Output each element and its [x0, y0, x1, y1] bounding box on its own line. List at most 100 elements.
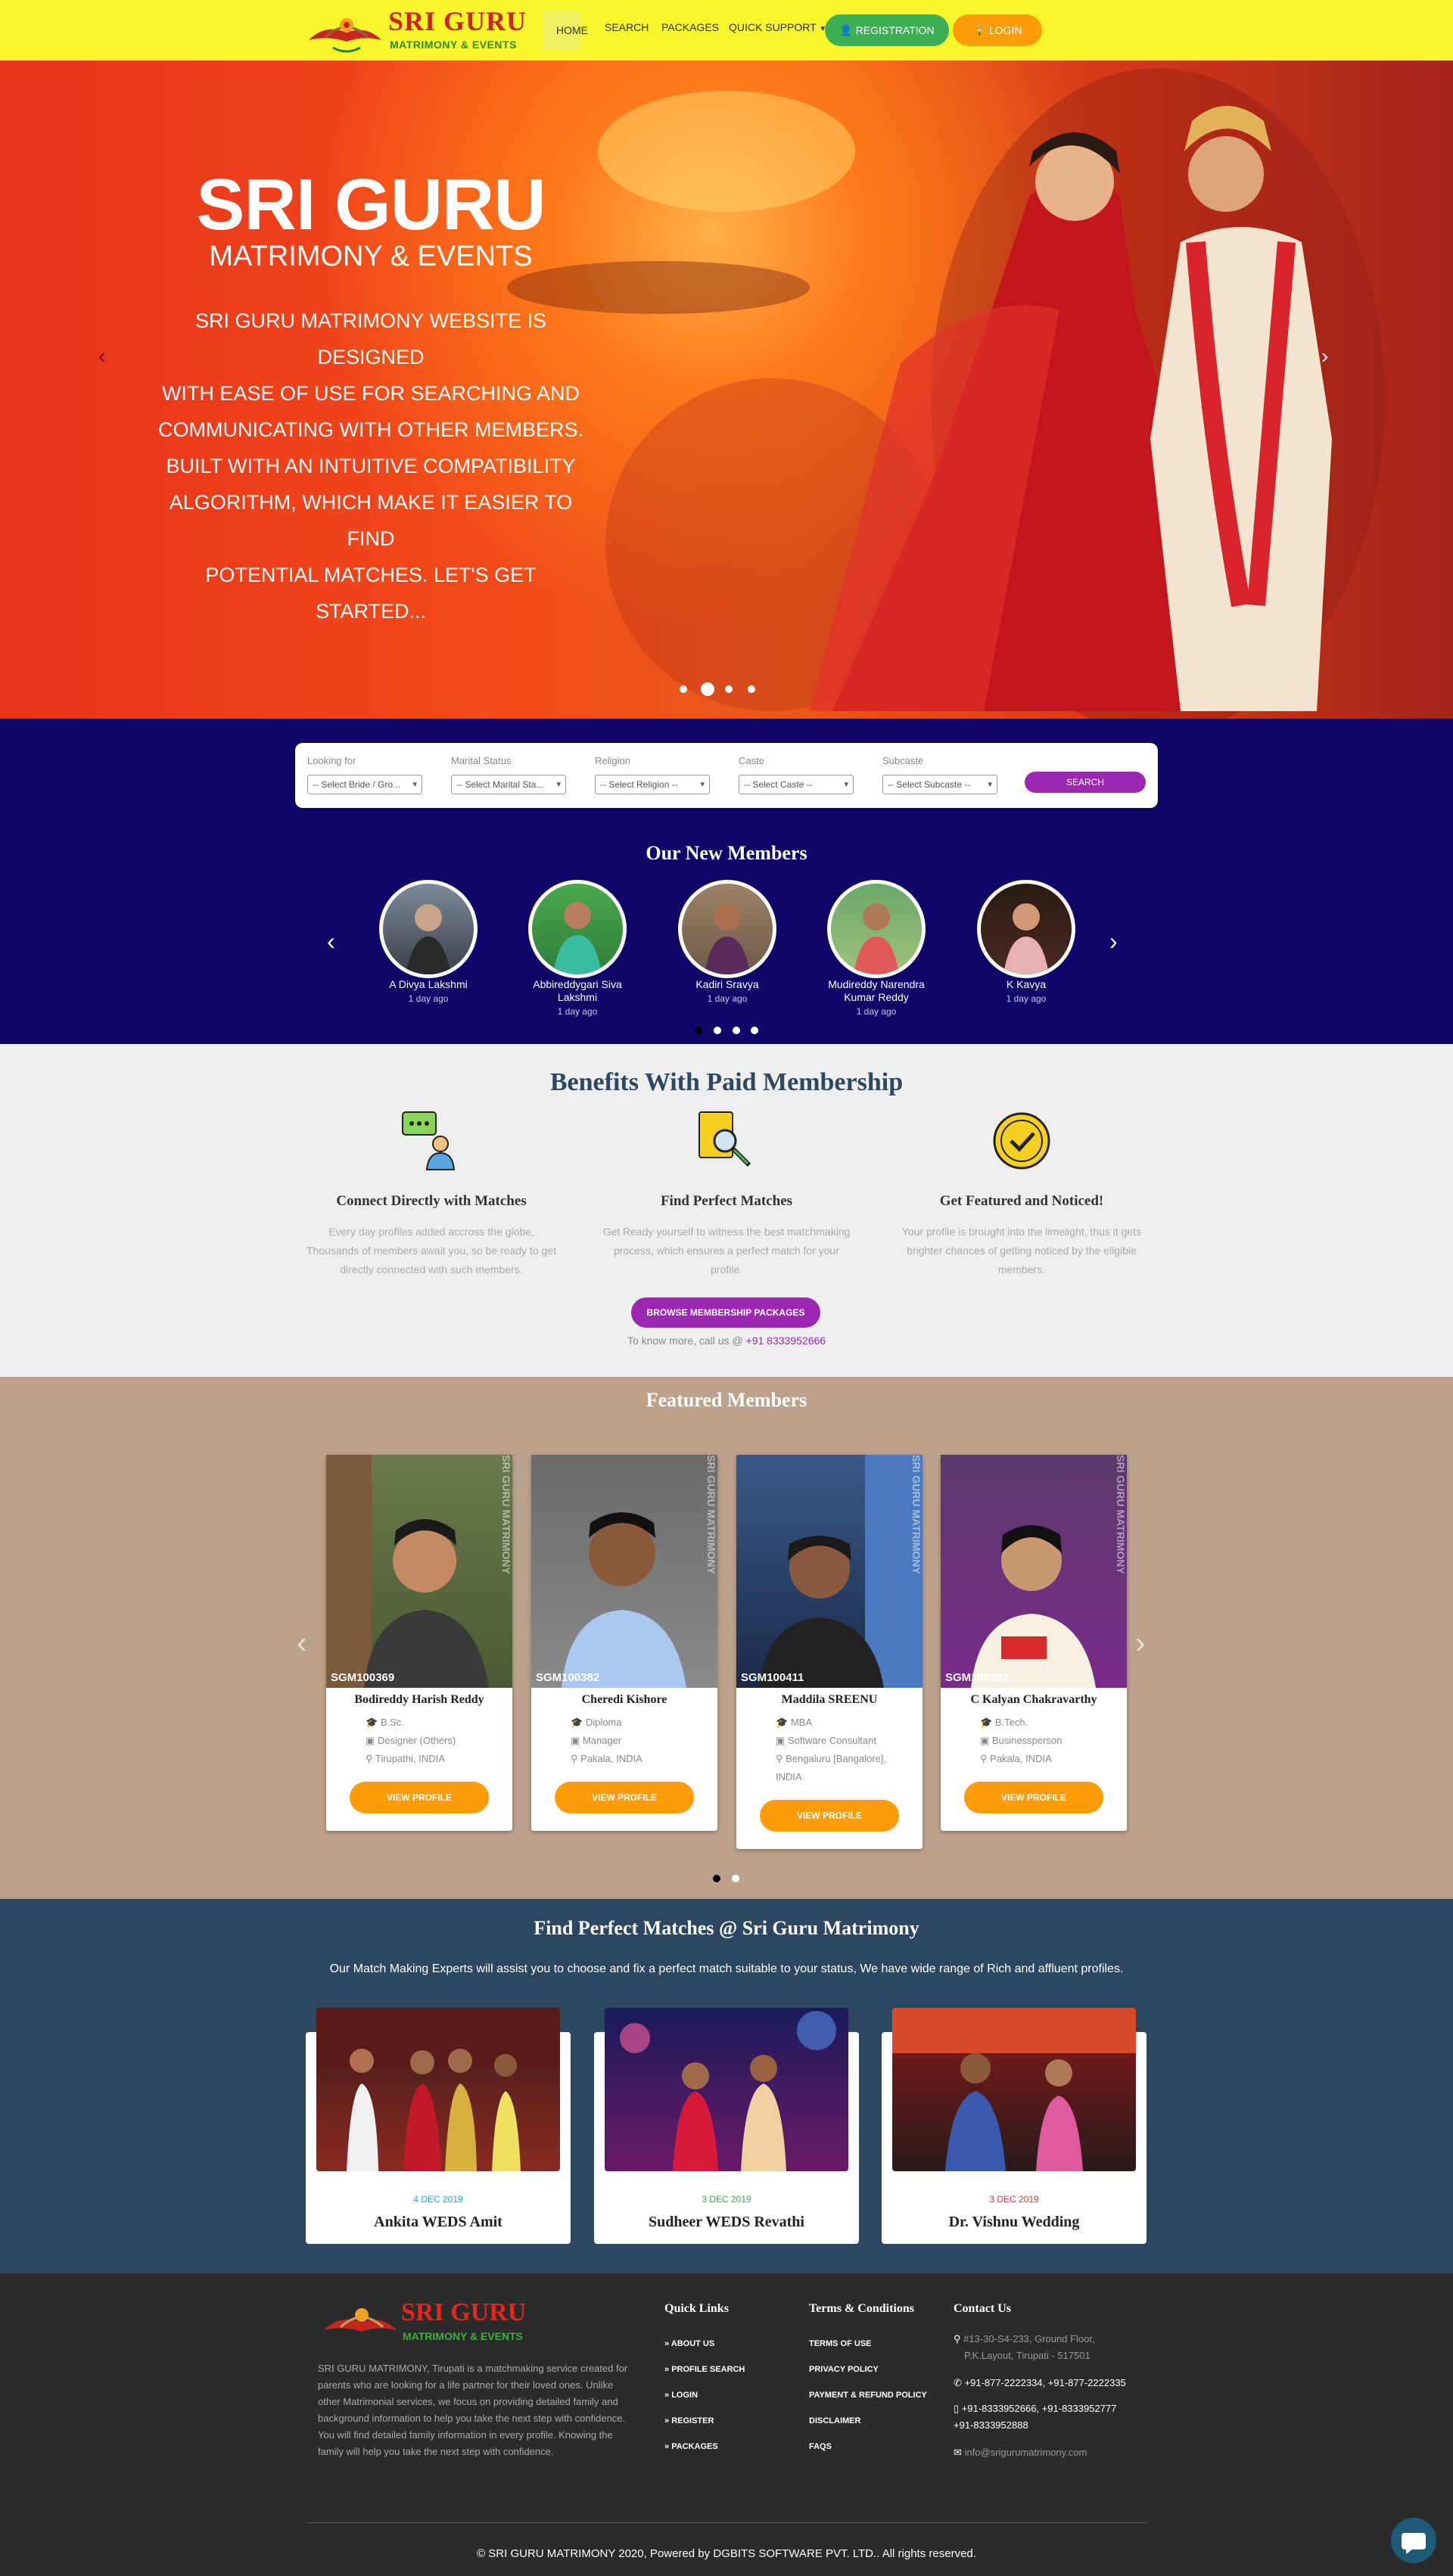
- education-icon: 🎓: [776, 1717, 789, 1728]
- member-name[interactable]: Abbireddygari Siva Lakshmi: [513, 978, 642, 1004]
- featured-prev-icon[interactable]: ‹: [297, 1627, 306, 1661]
- nav-search[interactable]: SEARCH: [605, 21, 649, 33]
- slider-dot-active[interactable]: [701, 682, 714, 696]
- featured-photo: SRI GURU MATRIMONY SGM100411: [736, 1455, 923, 1688]
- slider-prev-icon[interactable]: ‹: [98, 344, 105, 368]
- member-name[interactable]: A Divya Lakshmi: [364, 978, 493, 991]
- footer-link-profile-search[interactable]: » PROFILE SEARCH: [664, 2365, 745, 2374]
- members-dot[interactable]: [733, 1027, 740, 1034]
- slider-dot[interactable]: [725, 685, 733, 693]
- envelope-icon: ✉: [954, 2447, 962, 2458]
- nav-quick-support[interactable]: QUICK SUPPORT ▼: [729, 21, 826, 33]
- member-photo: [854, 903, 899, 974]
- view-profile-button[interactable]: VIEW PROFILE: [350, 1782, 489, 1813]
- featured-photo: SRI GURU MATRIMONY SGM100382: [531, 1455, 717, 1688]
- wedding-date: 3 DEC 2019: [702, 2194, 751, 2205]
- caste-select[interactable]: -- Select Caste --: [739, 775, 854, 794]
- footer-link-terms[interactable]: TERMS OF USE: [809, 2339, 872, 2348]
- marital-status-select[interactable]: -- Select Marital Sta...: [451, 775, 566, 794]
- footer-link-login[interactable]: » LOGIN: [664, 2391, 698, 2400]
- view-profile-button[interactable]: VIEW PROFILE: [760, 1800, 899, 1832]
- wedding-title[interactable]: Sudheer WEDS Revathi: [594, 2214, 859, 2231]
- featured-dot[interactable]: [732, 1875, 739, 1882]
- login-button[interactable]: 🔒 LOGIN: [953, 14, 1042, 46]
- site-footer: [0, 2273, 1453, 2576]
- email-link[interactable]: info@srigurumatrimony.com: [965, 2447, 1087, 2458]
- member-time: 1 day ago: [856, 1006, 897, 1017]
- footer-link-packages[interactable]: » PACKAGES: [664, 2442, 718, 2451]
- location-icon: ⚲: [776, 1753, 783, 1764]
- profile-name[interactable]: Bodireddy Harish Reddy: [326, 1693, 512, 1707]
- watermark: SRI GURU MATRIMONY: [910, 1455, 923, 1574]
- browse-packages-button[interactable]: BROWSE MEMBERSHIP PACKAGES: [631, 1297, 820, 1328]
- hero-line: WITH EASE OF USE FOR SEARCHING AND: [161, 382, 580, 405]
- looking-for-select[interactable]: -- Select Bride / Gro...: [307, 775, 422, 794]
- footer-link-refund[interactable]: PAYMENT & REFUND POLICY: [809, 2391, 927, 2400]
- footer-link-register[interactable]: » REGISTER: [664, 2416, 714, 2425]
- member-avatar[interactable]: [977, 880, 1075, 978]
- call-us-phone[interactable]: +91 8333952666: [746, 1335, 826, 1347]
- wedding-title[interactable]: Dr. Vishnu Wedding: [882, 2214, 1147, 2231]
- profile-name[interactable]: C Kalyan Chakravarthy: [941, 1693, 1127, 1707]
- view-profile-button[interactable]: VIEW PROFILE: [555, 1782, 694, 1813]
- mobile-numbers[interactable]: +91-8333952888: [954, 2417, 1116, 2434]
- member-avatar[interactable]: [379, 880, 478, 978]
- mobile-numbers[interactable]: +91-8333952666, +91-8333952777: [962, 2403, 1117, 2414]
- footer-link-faqs[interactable]: FAQS: [809, 2442, 832, 2451]
- view-profile-button[interactable]: VIEW PROFILE: [964, 1782, 1103, 1813]
- slider-next-icon[interactable]: ›: [1321, 344, 1328, 368]
- footer-link-label: ABOUT US: [670, 2339, 715, 2348]
- profile-info: 🎓 Diploma ▣ Manager ⚲ Pakala, INDIA: [571, 1714, 642, 1768]
- chat-widget-button[interactable]: [1391, 2518, 1436, 2563]
- wedding-title[interactable]: Ankita WEDS Amit: [306, 2214, 571, 2231]
- profile-info: 🎓 B.Sc. ▣ Designer (Others) ⚲ Tirupathi,…: [366, 1714, 456, 1768]
- featured-next-icon[interactable]: ›: [1135, 1627, 1145, 1661]
- member-name[interactable]: K Kavya: [962, 978, 1091, 991]
- member-name[interactable]: Kadiri Sravya: [663, 978, 792, 991]
- location-icon: ⚲: [571, 1753, 578, 1764]
- profile-name[interactable]: Maddila SREENU: [736, 1693, 923, 1707]
- wedding-photo[interactable]: [605, 2008, 848, 2171]
- contact-mobiles: ▯ +91-8333952666, +91-8333952777 +91-833…: [954, 2400, 1116, 2434]
- footer-link-disclaimer[interactable]: DISCLAIMER: [809, 2416, 860, 2425]
- religion-select[interactable]: -- Select Religion --: [595, 775, 710, 794]
- profile-name[interactable]: Cheredi Kishore: [531, 1693, 717, 1707]
- members-next-icon[interactable]: ›: [1109, 928, 1118, 956]
- member-name[interactable]: Mudireddy Narendra Kumar Reddy: [812, 978, 941, 1004]
- footer-link-privacy[interactable]: PRIVACY POLICY: [809, 2365, 879, 2374]
- members-dot[interactable]: [714, 1027, 721, 1034]
- subcaste-select[interactable]: -- Select Subcaste --: [882, 775, 997, 794]
- slider-dot[interactable]: [748, 685, 755, 693]
- search-button[interactable]: SEARCH: [1025, 772, 1146, 793]
- slider-dot[interactable]: [680, 685, 687, 693]
- nav-home[interactable]: HOME: [543, 11, 588, 50]
- footer-link-label: PACKAGES: [671, 2442, 718, 2451]
- members-dot[interactable]: [751, 1027, 758, 1034]
- registration-button[interactable]: 👤 REGISTRATION: [825, 14, 949, 46]
- profile-photo: [326, 1455, 489, 1688]
- wedding-photo[interactable]: [316, 2008, 560, 2171]
- profile-education: B.Tech.: [994, 1717, 1028, 1728]
- logo-emblem-icon: [309, 18, 381, 53]
- member-avatar[interactable]: [827, 880, 926, 978]
- hero-line: COMMUNICATING WITH OTHER MEMBERS.: [158, 418, 583, 441]
- member-avatar[interactable]: [678, 880, 776, 978]
- featured-section: [0, 1377, 1453, 1899]
- footer-link-about[interactable]: » ABOUT US: [664, 2339, 714, 2348]
- search-document-icon: [698, 1111, 751, 1167]
- wedding-photo[interactable]: [892, 2008, 1136, 2171]
- education-icon: 🎓: [980, 1717, 993, 1728]
- members-prev-icon[interactable]: ‹: [327, 928, 335, 956]
- nav-packages[interactable]: PACKAGES: [661, 21, 719, 33]
- watermark: SRI GURU MATRIMONY: [1115, 1455, 1127, 1574]
- phone-numbers[interactable]: +91-877-2222334, +91-877-2222335: [965, 2377, 1126, 2388]
- site-logo[interactable]: SRI GURU MATRIMONY & EVENTS: [303, 2, 530, 58]
- featured-card: SRI GURU MATRIMONY SGM100369 Bodireddy H…: [326, 1455, 512, 1831]
- featured-dot-active[interactable]: [713, 1875, 720, 1882]
- member-avatar[interactable]: [528, 880, 627, 978]
- member-time: 1 day ago: [408, 993, 449, 1004]
- footer-logo[interactable]: SRI GURU MATRIMONY & EVENTS: [318, 2292, 545, 2353]
- company-link[interactable]: DGBITS SOFTWARE PVT. LTD.: [713, 2547, 876, 2560]
- hero-slider: SRI GURU MATRIMONY & EVENTS SRI GURU MAT…: [0, 61, 1453, 719]
- members-dot-active[interactable]: [695, 1027, 702, 1034]
